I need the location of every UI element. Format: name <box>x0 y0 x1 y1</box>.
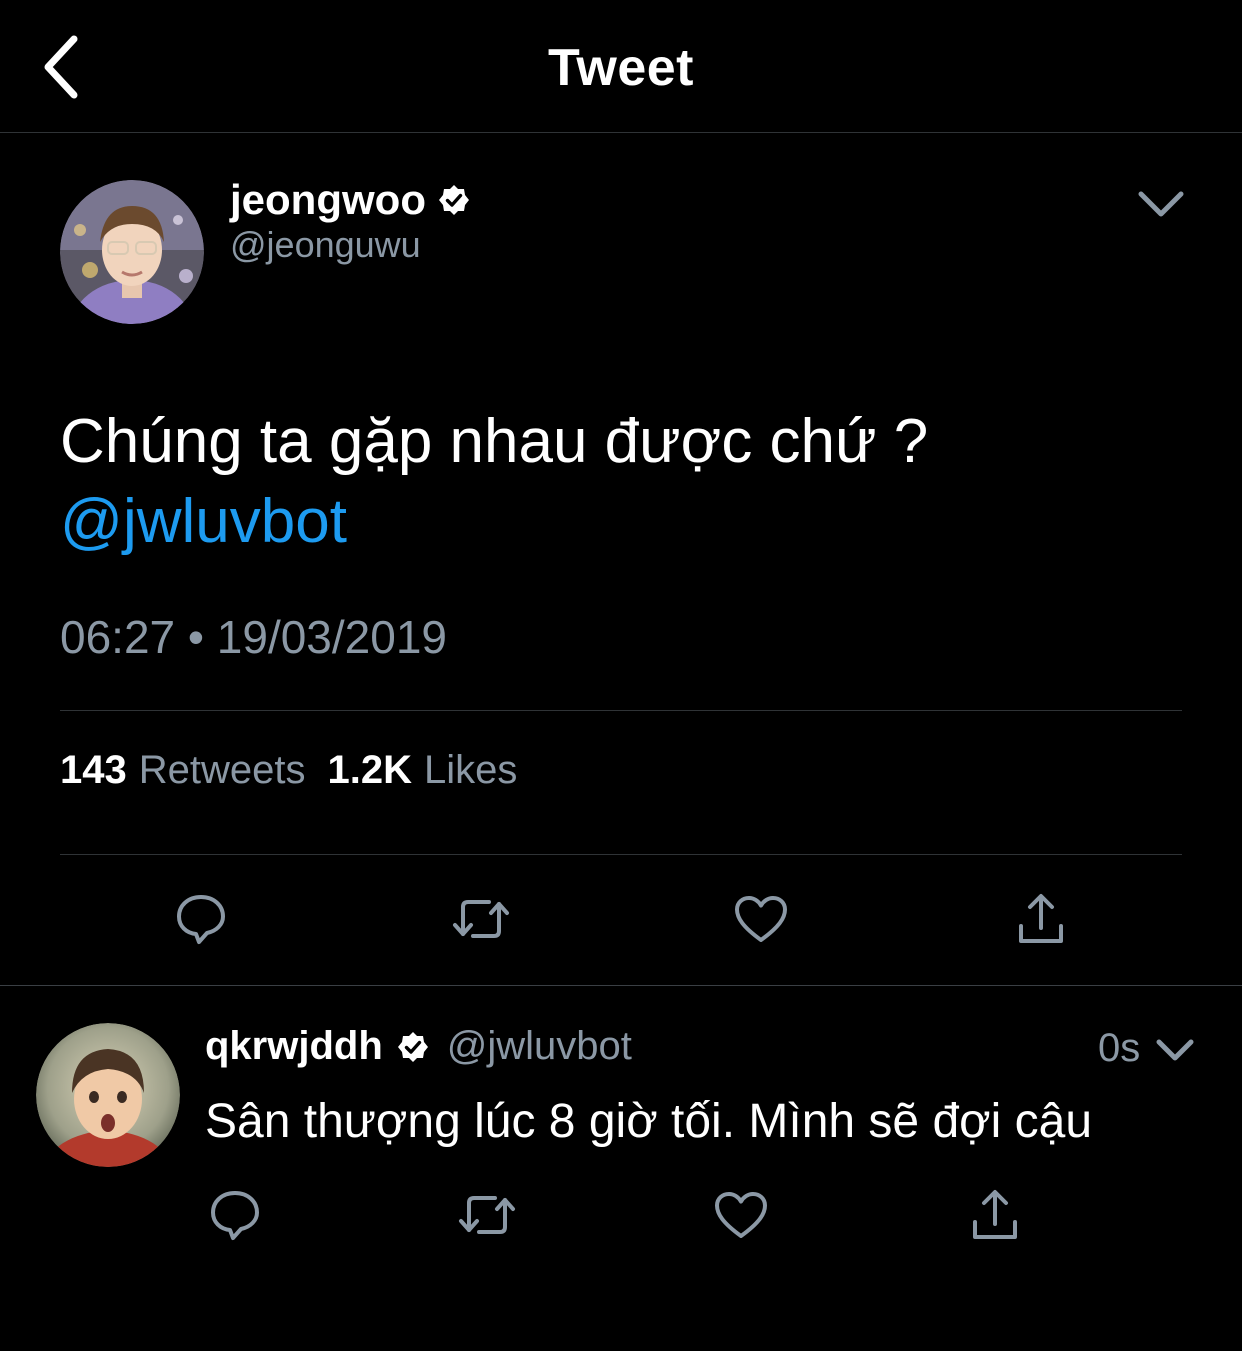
chevron-down-icon <box>1156 1039 1194 1061</box>
mention-link[interactable]: @jwluvbot <box>60 482 1190 562</box>
reply-author-name[interactable]: qkrwjddh <box>205 1024 383 1069</box>
reply-text: Sân thượng lúc 8 giờ tối. Mình sẽ đợi cậ… <box>205 1095 1093 1148</box>
divider <box>60 710 1182 711</box>
retweets-label[interactable]: Retweets <box>139 748 306 793</box>
heart-icon <box>735 896 787 942</box>
tweet-body: Chúng ta gặp nhau được chứ ? <box>60 407 929 476</box>
tweet-menu-button[interactable] <box>1134 182 1188 226</box>
divider <box>60 854 1182 855</box>
tweet-text: Chúng ta gặp nhau được chứ ? @jwluvbot <box>60 402 1190 562</box>
reply-button[interactable] <box>166 884 236 954</box>
reply-icon <box>177 895 225 944</box>
like-button[interactable] <box>706 1180 776 1250</box>
reply-avatar[interactable] <box>36 1023 180 1167</box>
author-name[interactable]: jeongwoo <box>230 176 426 224</box>
section-divider <box>0 985 1242 986</box>
verified-badge-icon <box>438 185 469 215</box>
likes-count[interactable]: 1.2K <box>328 748 413 793</box>
share-button[interactable] <box>960 1180 1030 1250</box>
likes-label[interactable]: Likes <box>424 748 517 793</box>
avatar-photo <box>60 180 204 324</box>
share-icon <box>1019 894 1063 943</box>
retweets-count[interactable]: 143 <box>60 748 127 793</box>
retweet-icon <box>459 1196 515 1234</box>
reply-author-row: qkrwjddh @jwluvbot <box>205 1024 632 1069</box>
share-icon <box>973 1190 1017 1239</box>
reply-time: 0s <box>1098 1026 1141 1070</box>
tweet-timestamp: 06:27 • 19/03/2019 <box>60 611 448 663</box>
retweet-button[interactable] <box>446 884 516 954</box>
page-title: Tweet <box>547 39 694 97</box>
reply-icon <box>211 1191 259 1240</box>
author-row: jeongwoo <box>230 176 470 224</box>
heart-icon <box>715 1192 767 1238</box>
like-button[interactable] <box>726 884 796 954</box>
retweet-icon <box>453 900 509 938</box>
avatar[interactable] <box>60 180 204 324</box>
author-handle[interactable]: @jeonguwu <box>230 224 421 266</box>
share-button[interactable] <box>1006 884 1076 954</box>
reply-menu-button[interactable] <box>1152 1030 1198 1070</box>
reply-author-handle[interactable]: @jwluvbot <box>447 1024 632 1069</box>
retweet-button[interactable] <box>452 1180 522 1250</box>
avatar-photo <box>36 1023 180 1167</box>
verified-badge-icon <box>397 1031 428 1062</box>
reply-button[interactable] <box>200 1180 270 1250</box>
tweet-stats: 143 Retweets 1.2K Likes <box>60 748 517 793</box>
chevron-down-icon <box>1138 191 1184 217</box>
